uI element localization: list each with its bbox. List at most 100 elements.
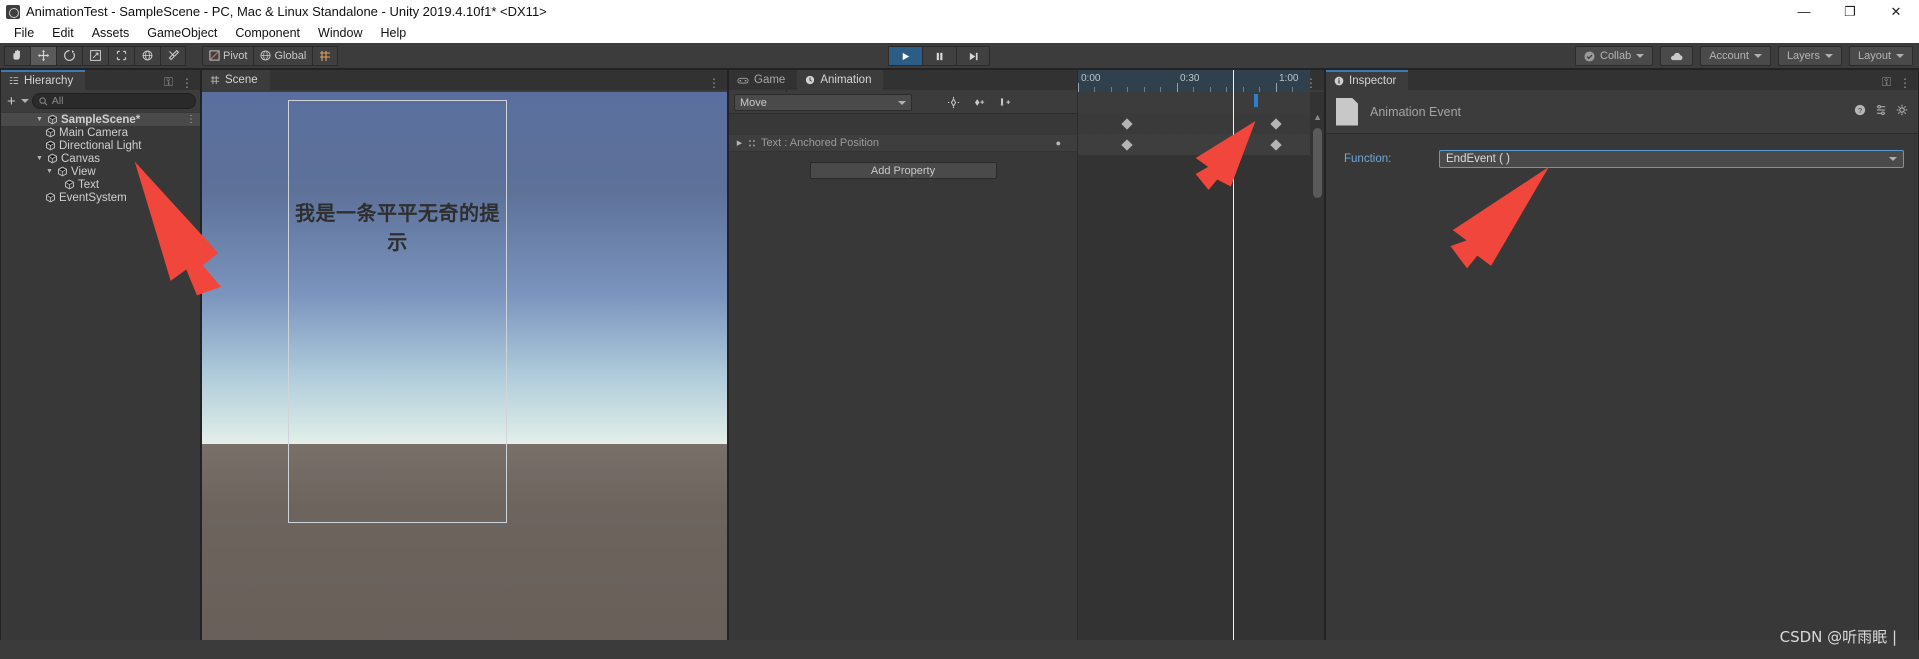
lock-icon[interactable]: ⚿ [1882,75,1891,90]
timeline-playhead[interactable] [1233,70,1234,92]
tab-scene[interactable]: Scene [202,70,270,90]
hierarchy-tab-label: Hierarchy [24,75,74,87]
menu-window[interactable]: Window [309,23,371,43]
add-keyframe-all-button[interactable] [940,92,966,114]
inspector-header-icons: ? [1854,104,1908,119]
step-button[interactable] [956,46,990,66]
function-dropdown[interactable]: EndEvent ( ) [1439,150,1904,168]
hierarchy-item-label: Main Camera [59,126,129,139]
scene-grid-icon [210,75,220,85]
menu-component[interactable]: Component [226,23,309,43]
add-keyframe-button[interactable] [966,92,992,114]
toolbar-right-group: Collab Account Layers Layout [1575,46,1913,66]
global-toggle[interactable]: Global [253,45,313,66]
grid-snap-icon[interactable] [312,45,339,66]
close-button[interactable]: ✕ [1873,0,1919,23]
hierarchy-tabbar: Hierarchy ⚿ ⋮ [1,70,200,90]
scene-tab-actions: ⋮ [708,76,727,90]
layout-button[interactable]: Layout [1848,46,1913,66]
menu-bar: File Edit Assets GameObject Component Wi… [0,23,1919,43]
transform-tool-icon[interactable] [134,45,160,66]
dopesheet-summary-row[interactable] [1078,113,1310,134]
inspector-header: Animation Event ? [1326,90,1918,134]
kebab-menu-icon[interactable]: ⋮ [708,76,720,90]
animation-event-marker[interactable] [1254,94,1258,107]
menu-file[interactable]: File [5,23,43,43]
tab-inspector[interactable]: Inspector [1326,70,1409,90]
expand-triangle-icon[interactable]: ▼ [45,168,54,175]
keyframe-diamond[interactable] [1270,118,1282,130]
cloud-button[interactable] [1660,46,1694,66]
account-button[interactable]: Account [1700,46,1771,66]
preset-icon[interactable] [1875,104,1887,119]
clip-name-label: Move [740,96,767,109]
add-event-button[interactable] [992,92,1018,114]
scrollbar-thumb[interactable] [1313,128,1322,198]
hand-tool-icon[interactable] [4,45,30,66]
gameobject-icon [46,127,55,138]
play-button[interactable] [888,46,922,66]
animation-scrollbar[interactable]: ▲ [1310,92,1324,657]
scroll-up-arrow-icon[interactable]: ▲ [1313,112,1322,122]
hierarchy-search-placeholder: All [51,95,64,107]
pivot-toggle[interactable]: Pivot [202,45,254,66]
menu-gameobject[interactable]: GameObject [138,23,226,43]
expand-triangle-icon[interactable]: ▼ [35,155,44,162]
dopesheet[interactable] [1077,92,1310,657]
hierarchy-row-canvas[interactable]: ▼ Canvas [1,152,200,165]
scene-viewport[interactable]: 我是一条平平无奇的提示 [202,92,727,657]
dopesheet-property-row[interactable] [1078,134,1310,155]
keyframe-diamond[interactable] [1270,139,1282,151]
row-menu-icon[interactable]: ⋮ [186,114,196,125]
kebab-menu-icon[interactable]: ⋮ [1899,76,1911,90]
rect-tool-icon[interactable] [108,45,134,66]
layers-button[interactable]: Layers [1777,46,1842,66]
keyframe-diamond[interactable] [1121,118,1133,130]
hierarchy-row-samplescene[interactable]: ▼ SampleScene* ⋮ [1,113,200,126]
dopesheet-playhead[interactable] [1233,92,1234,657]
timeline-ruler[interactable]: 0:00 0:30 1:00 [1077,70,1310,92]
hierarchy-row-main-camera[interactable]: Main Camera [1,126,200,139]
gameobject-icon [58,166,67,177]
menu-help[interactable]: Help [371,23,415,43]
collab-button[interactable]: Collab [1575,46,1654,66]
keyframe-diamond[interactable] [1121,139,1133,151]
hierarchy-search-input[interactable]: All [31,93,196,109]
expand-triangle-icon[interactable]: ▶ [735,139,744,147]
hierarchy-tab-actions: ⚿ ⋮ [164,75,200,90]
tab-game[interactable]: Game [729,70,798,90]
pause-button[interactable] [922,46,956,66]
hierarchy-row-view[interactable]: ▼ View [1,165,200,178]
hierarchy-row-text[interactable]: Text [1,178,200,191]
tab-animation[interactable]: Animation [797,70,884,90]
canvas-rect-gizmo[interactable]: 我是一条平平无奇的提示 [288,100,507,523]
status-strip [0,640,1919,659]
svg-text:?: ? [1858,106,1862,115]
hierarchy-row-eventsystem[interactable]: EventSystem [1,191,200,204]
ui-text-label: 我是一条平平无奇的提示 [295,201,500,254]
minimize-button[interactable]: — [1781,0,1827,23]
clip-dropdown[interactable]: Move [734,94,912,111]
custom-tool-icon[interactable] [160,45,186,66]
scene-tabbar: Scene ⋮ [202,70,727,90]
property-row-anchored-position[interactable]: ▶ Text : Anchored Position ● [729,135,1077,152]
kebab-menu-icon[interactable]: ⋮ [181,76,193,90]
chevron-down-icon [1896,54,1904,58]
lock-icon[interactable]: ⚿ [164,75,173,90]
rotate-tool-icon[interactable] [56,45,82,66]
scene-panel: Scene ⋮ Shaded 2D [201,69,728,658]
gear-icon[interactable] [1896,104,1908,119]
move-tool-icon[interactable] [30,45,56,66]
menu-edit[interactable]: Edit [43,23,83,43]
chevron-down-icon [1636,54,1645,58]
expand-triangle-icon[interactable]: ▼ [35,116,44,123]
scale-tool-icon[interactable] [82,45,108,66]
add-property-button[interactable]: Add Property [809,162,997,179]
restore-button[interactable]: ❐ [1827,0,1873,23]
help-icon[interactable]: ? [1854,104,1866,119]
chevron-down-icon[interactable] [20,99,29,103]
add-object-button[interactable]: + [5,94,18,109]
hierarchy-row-directional-light[interactable]: Directional Light [1,139,200,152]
menu-assets[interactable]: Assets [83,23,139,43]
tab-hierarchy[interactable]: Hierarchy [1,70,86,90]
